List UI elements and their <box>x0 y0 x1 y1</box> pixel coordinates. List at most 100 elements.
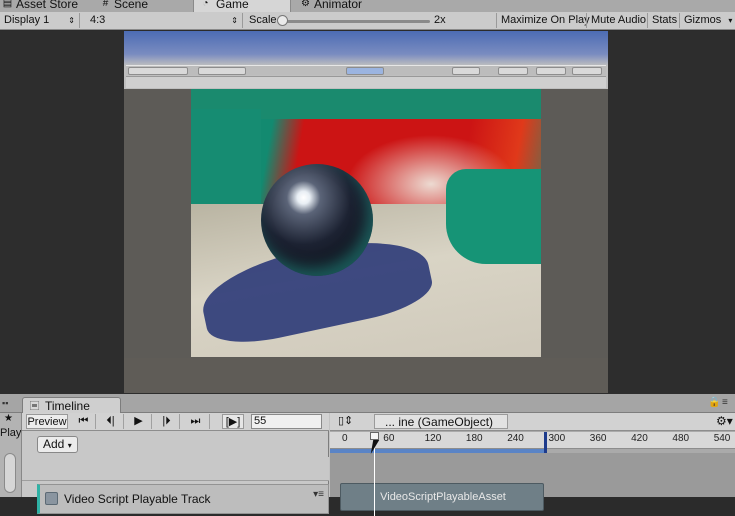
tab-game-label: Game <box>216 0 249 11</box>
ruler-tick-label: 540 <box>713 433 731 444</box>
goto-start-button[interactable]: ⏮ <box>72 414 96 429</box>
nested-pivot-toggles <box>198 67 246 75</box>
display-dropdown-value: Display 1 <box>4 14 50 26</box>
current-frame-field[interactable]: 55 <box>251 414 322 429</box>
scale-value: 2x <box>434 14 446 26</box>
playhead-handle[interactable] <box>370 432 379 440</box>
scale-label: Scale <box>249 14 277 26</box>
game-bottom-letterbox <box>124 358 608 393</box>
add-track-button[interactable]: Add ▾ <box>37 436 78 453</box>
ruler-tick-label: 180 <box>465 433 483 444</box>
game-render-image <box>191 89 541 357</box>
aspect-dropdown[interactable]: 4:3 ⇕ <box>86 13 243 28</box>
tab-scene-label: Scene <box>114 0 149 11</box>
scale-slider-thumb[interactable] <box>277 15 288 26</box>
nested-editor-toolbar <box>126 65 606 75</box>
updown-arrow-icon: ⇕ <box>68 16 75 25</box>
track-clip-lane: VideoScriptPlayableAsset <box>330 453 735 511</box>
game-render-frame <box>124 31 608 393</box>
adjacent-panel-label: Play <box>0 427 22 439</box>
timeline-clip-area: ▯⇕ ... ine (GameObject) ⚙▾ 0 60 120 180 240 3… <box>330 413 735 516</box>
tab-scene[interactable]: # Scene <box>100 0 148 12</box>
ruler-tick-label: 480 <box>672 433 690 444</box>
playable-clip[interactable]: VideoScriptPlayableAsset <box>340 483 544 511</box>
goto-end-button[interactable]: ⏭ <box>182 414 210 429</box>
ruler-tick-label: 240 <box>507 433 524 444</box>
nested-layers-button <box>536 67 566 75</box>
nested-layout-dropdown <box>572 67 602 75</box>
gizmos-button[interactable]: Gizmos ▾ <box>679 13 735 28</box>
timeline-end-marker[interactable] <box>544 432 547 453</box>
nested-transform-tools <box>128 67 188 75</box>
render-teal-block <box>446 169 541 264</box>
tab-timeline-label: Timeline <box>45 399 90 413</box>
aspect-dropdown-value: 4:3 <box>90 14 106 26</box>
director-selector-icon[interactable]: ▯⇕ <box>338 414 353 427</box>
play-range-button[interactable]: [▶] <box>222 414 244 429</box>
timeline-track-list: Preview ⏮ ⏴| ▶ |⏵ ⏭ [▶] 55 Add ▾ Video S… <box>22 413 329 514</box>
previous-frame-button[interactable]: ⏴| <box>98 414 124 429</box>
display-dropdown[interactable]: Display 1 ⇕ <box>0 13 80 28</box>
track-header-video-script[interactable]: Video Script Playable Track ▾≡ <box>37 484 329 514</box>
tab-animator-label: Animator <box>314 0 363 11</box>
play-range-icon: [▶] <box>225 416 241 428</box>
timeline-tab-row: ▪▪ Timeline 🔒 ≡ <box>0 394 735 414</box>
timeline-window: ▪▪ Timeline 🔒 ≡ Play ★ Preview ⏮ ⏴| ▶ |⏵… <box>0 394 735 516</box>
ruler-tick-label: 360 <box>589 433 607 444</box>
mute-audio-button[interactable]: Mute Audio <box>586 13 650 28</box>
gizmos-label: Gizmos <box>684 14 722 26</box>
window-menu-icon[interactable]: ≡ <box>722 397 728 408</box>
game-view-toolbar: Display 1 ⇕ 4:3 ⇕ Scale 2x Maximize On P… <box>0 12 735 30</box>
nested-layers-dropdown <box>452 67 480 75</box>
ruler-tick-label: 300 <box>548 433 566 444</box>
star-icon: ★ <box>4 413 13 424</box>
game-pacman-icon: ◔ <box>202 0 209 9</box>
clip-label: VideoScriptPlayableAsset <box>380 491 506 503</box>
editor-tab-strip: ▤ Asset Store # Scene ◔ Game ⚙ Animator <box>0 0 735 12</box>
timeline-director-toolbar: ▯⇕ ... ine (GameObject) ⚙▾ <box>330 413 735 431</box>
breadcrumb[interactable]: ... ine (GameObject) <box>374 414 509 429</box>
ruler-tick-label: 0 <box>342 433 348 444</box>
track-list-header-spacer <box>22 457 329 481</box>
stats-button[interactable]: Stats <box>647 13 681 28</box>
skip-to-end-icon: ⏭ <box>190 415 201 427</box>
track-menu-icon[interactable]: ▾≡ <box>313 489 324 500</box>
add-track-label: Add <box>43 437 65 451</box>
tab-animator[interactable]: ⚙ Animator <box>300 0 362 12</box>
timeline-icon <box>30 401 39 410</box>
timeline-time-ruler[interactable]: 0 60 120 180 240 300 360 420 480 540 <box>330 432 735 449</box>
next-frame-button[interactable]: |⏵ <box>154 414 180 429</box>
scene-grid-icon: # <box>102 0 109 9</box>
maximize-on-play-button[interactable]: Maximize On Play <box>496 13 594 28</box>
lock-icon[interactable]: 🔒 <box>708 397 720 408</box>
tab-asset-store[interactable]: ▤ Asset Store <box>2 0 78 12</box>
dropdown-arrow-icon: ▾ <box>67 441 72 450</box>
scale-slider-track[interactable] <box>280 20 430 23</box>
nested-game-toolbar <box>126 76 606 88</box>
animator-icon: ⚙ <box>301 0 310 9</box>
play-icon: ▶ <box>134 415 143 427</box>
next-frame-icon: |⏵ <box>162 415 171 427</box>
playable-track-icon <box>45 492 58 505</box>
timeline-playback-toolbar: Preview ⏮ ⏴| ▶ |⏵ ⏭ [▶] 55 <box>22 413 329 431</box>
skip-to-start-icon: ⏮ <box>78 415 89 427</box>
asset-store-icon: ▤ <box>2 0 13 9</box>
preview-button[interactable]: Preview <box>26 414 68 429</box>
panel-menu-icon[interactable]: ▪▪ <box>2 398 8 408</box>
adjacent-panel-edge: Play ★ <box>0 413 22 497</box>
adjacent-scrollbar[interactable] <box>4 453 16 493</box>
nested-play-controls <box>346 67 384 75</box>
ruler-tick-label: 60 <box>383 433 395 444</box>
tab-timeline[interactable]: Timeline <box>22 397 121 414</box>
play-button[interactable]: ▶ <box>126 414 152 429</box>
previous-frame-icon: ⏴| <box>106 415 115 427</box>
updown-arrow-icon: ⇕ <box>231 16 238 25</box>
nested-editor-capture <box>124 31 608 89</box>
render-ball-reflection <box>261 164 373 276</box>
track-name: Video Script Playable Track <box>64 492 211 506</box>
ruler-tick-label: 120 <box>424 433 442 444</box>
game-view <box>0 31 735 394</box>
settings-gear-icon[interactable]: ⚙▾ <box>716 414 733 428</box>
dropdown-arrow-icon: ▾ <box>728 16 733 25</box>
tab-game[interactable]: ◔ Game <box>193 0 291 12</box>
